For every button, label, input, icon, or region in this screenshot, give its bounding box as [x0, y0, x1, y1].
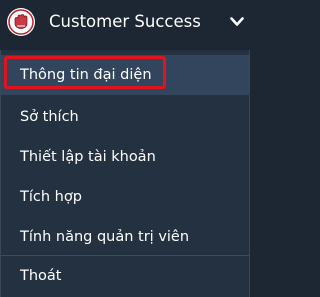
account-switcher[interactable]: Customer Success — [0, 0, 252, 44]
menu-item-profile[interactable]: Thông tin đại diện — [1, 55, 249, 95]
menu-item-label: Tích hợp — [20, 189, 82, 205]
menu-item-label: Thoát — [20, 268, 62, 284]
menu-item-label: Thông tin đại diện — [20, 67, 152, 83]
account-name: Customer Success — [49, 12, 201, 31]
menu-item-preferences[interactable]: Sở thích — [1, 97, 249, 137]
account-dropdown-menu: Thông tin đại diện Sở thích Thiết lập tà… — [0, 50, 250, 297]
menu-item-integrations[interactable]: Tích hợp — [1, 177, 249, 217]
menu-item-label: Thiết lập tài khoản — [20, 149, 156, 165]
menu-item-label: Sở thích — [20, 109, 79, 125]
menu-item-label: Tính năng quản trị viên — [20, 229, 190, 245]
menu-item-logout[interactable]: Thoát — [1, 256, 249, 296]
menu-item-admin-features[interactable]: Tính năng quản trị viên — [1, 217, 249, 257]
hand-emblem-icon — [7, 8, 35, 36]
menu-item-account-settings[interactable]: Thiết lập tài khoản — [1, 137, 249, 177]
chevron-down-icon[interactable] — [230, 17, 244, 27]
